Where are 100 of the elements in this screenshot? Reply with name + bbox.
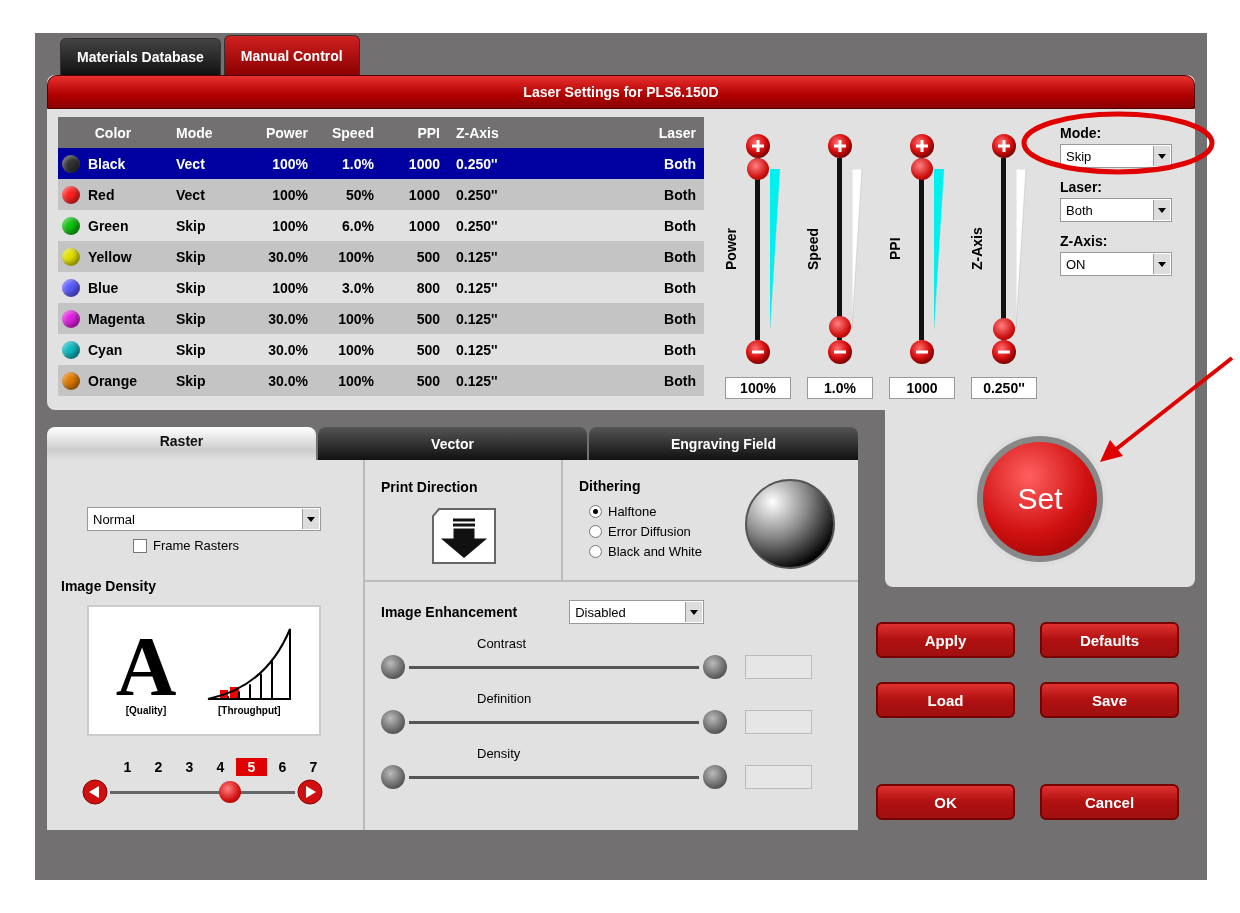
increase-button[interactable]: [827, 133, 853, 159]
table-row[interactable]: Magenta Skip 30.0% 100% 500 0.125'' Both: [58, 303, 704, 334]
table-cell-text: Both: [663, 248, 697, 265]
slider-thumb[interactable]: [747, 158, 769, 180]
right-arrow-button[interactable]: [297, 779, 323, 805]
column-header: Mode: [175, 124, 214, 141]
decrease-button[interactable]: [381, 655, 405, 679]
slider-thumb[interactable]: [911, 158, 933, 180]
action-button[interactable]: Cancel: [1040, 784, 1179, 820]
table-cell-text: 1.0%: [341, 155, 375, 172]
table-cell-text: 0.125'': [455, 310, 499, 327]
table-cell-text: 1000: [407, 217, 441, 234]
decrease-button[interactable]: [381, 710, 405, 734]
density-step[interactable]: 3: [174, 758, 205, 776]
table-cell-text: Skip: [175, 279, 207, 296]
value-field[interactable]: 1000: [889, 377, 955, 399]
table-cell-text: Both: [663, 341, 697, 358]
table-cell-text: 500: [415, 372, 441, 389]
slider-track[interactable]: [409, 775, 699, 779]
column-header: Speed: [331, 124, 375, 141]
value-field[interactable]: 100%: [725, 377, 791, 399]
value-field[interactable]: 1.0%: [807, 377, 873, 399]
slider-thumb[interactable]: [829, 316, 851, 339]
density-step[interactable]: 2: [143, 758, 174, 776]
value-field[interactable]: 0.250'': [971, 377, 1037, 399]
dropdown[interactable]: Normal: [87, 507, 321, 531]
increase-button[interactable]: [745, 133, 771, 159]
tab[interactable]: Materials Database: [60, 38, 221, 75]
action-button[interactable]: Load: [876, 682, 1015, 718]
table-cell-text: 0.250'': [455, 217, 499, 234]
slider-label: PPI: [887, 236, 903, 263]
increase-button[interactable]: [991, 133, 1017, 159]
table-cell-text: Skip: [175, 341, 207, 358]
table-cell-text: 500: [415, 248, 441, 265]
value-field[interactable]: [745, 765, 812, 789]
value-field[interactable]: [745, 655, 812, 679]
slider-thumb[interactable]: [218, 781, 241, 803]
field-label: Laser:: [1060, 179, 1104, 195]
left-arrow-button[interactable]: [82, 779, 108, 805]
density-step[interactable]: 7: [298, 758, 329, 776]
action-button[interactable]: Save: [1040, 682, 1179, 718]
checkbox[interactable]: [133, 538, 147, 553]
table-cell-text: Both: [663, 155, 697, 172]
table-cell-text: 6.0%: [341, 217, 375, 234]
table-cell-text: Both: [663, 372, 697, 389]
column-header: Color: [93, 124, 133, 141]
density-step[interactable]: 1: [112, 758, 143, 776]
tab[interactable]: Raster: [47, 427, 316, 460]
density-step[interactable]: 5: [236, 758, 267, 776]
tab[interactable]: Manual Control: [223, 35, 360, 75]
action-button[interactable]: OK: [876, 784, 1015, 820]
tab[interactable]: Vector: [318, 427, 587, 460]
table-cell-text: Both: [663, 217, 697, 234]
decrease-button[interactable]: [909, 339, 935, 365]
decrease-button[interactable]: [827, 339, 853, 365]
table-cell-text: 0.125'': [455, 341, 499, 358]
table-cell: Cyan: [88, 341, 123, 358]
value-field[interactable]: [745, 710, 812, 734]
slider-track[interactable]: [409, 665, 699, 669]
increase-button[interactable]: [909, 133, 935, 159]
caption: [Quality]: [125, 705, 167, 716]
table-cell-text: 0.125'': [455, 372, 499, 389]
density-step[interactable]: 4: [205, 758, 236, 776]
table-cell: Blue: [88, 279, 119, 296]
table-cell-text: 0.125'': [455, 248, 499, 265]
radio-button[interactable]: [589, 525, 602, 538]
table-row[interactable]: Black Vect 100% 1.0% 1000 0.250'' Both: [58, 148, 704, 179]
radio-button[interactable]: [589, 505, 602, 518]
decrease-button[interactable]: [991, 339, 1017, 365]
table-cell-text: 30.0%: [267, 248, 309, 265]
table-cell-text: 100%: [337, 310, 375, 327]
table-row[interactable]: Orange Skip 30.0% 100% 500 0.125'' Both: [58, 365, 704, 396]
table-cell-text: 100%: [337, 372, 375, 389]
dropdown[interactable]: Both: [1060, 198, 1172, 222]
radio-label: Black and White: [608, 544, 702, 559]
dropdown[interactable]: ON: [1060, 252, 1172, 276]
dropdown[interactable]: Skip: [1060, 144, 1172, 168]
table-row[interactable]: Yellow Skip 30.0% 100% 500 0.125'' Both: [58, 241, 704, 272]
increase-button[interactable]: [703, 655, 727, 679]
dropdown[interactable]: Disabled: [569, 600, 705, 624]
slider-thumb[interactable]: [993, 318, 1015, 340]
tab[interactable]: Engraving Field: [589, 427, 858, 460]
radio-button[interactable]: [589, 545, 602, 558]
table-cell-text: 100%: [337, 248, 375, 265]
table-row[interactable]: Red Vect 100% 50% 1000 0.250'' Both: [58, 179, 704, 210]
table-cell-text: 0.250'': [455, 186, 499, 203]
action-button[interactable]: Defaults: [1040, 622, 1179, 658]
slider-track[interactable]: [409, 720, 699, 724]
table-cell-text: 50%: [344, 186, 375, 203]
decrease-button[interactable]: [381, 765, 405, 789]
table-cell-text: 500: [415, 341, 441, 358]
action-button[interactable]: Apply: [876, 622, 1015, 658]
increase-button[interactable]: [703, 765, 727, 789]
slider-label: Density: [477, 746, 522, 761]
table-cell-text: 30.0%: [267, 372, 309, 389]
column-header: Power: [265, 124, 309, 141]
increase-button[interactable]: [703, 710, 727, 734]
dropdown-arrow-icon: [1158, 261, 1166, 267]
decrease-button[interactable]: [745, 339, 771, 365]
density-step[interactable]: 6: [267, 758, 298, 776]
